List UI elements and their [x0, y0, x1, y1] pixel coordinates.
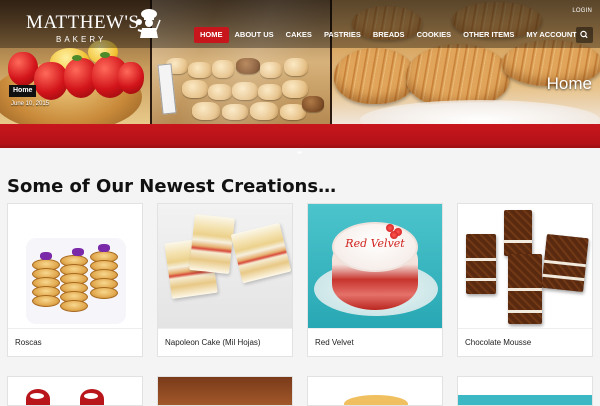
product-image-chocolate-mousse[interactable] [458, 204, 592, 328]
search-icon [580, 30, 588, 39]
product-card-chocolate-mousse[interactable]: Chocolate Mousse [457, 203, 593, 357]
product-image-red-velvet[interactable]: Red Velvet [308, 204, 442, 328]
product-card-roscas[interactable]: Roscas [7, 203, 143, 357]
product-card[interactable] [457, 376, 593, 406]
product-name[interactable]: Chocolate Mousse [465, 338, 531, 347]
main-nav: HOME ABOUT US CAKES PASTRIES BREADS COOK… [194, 27, 583, 43]
product-image-roscas[interactable] [8, 204, 142, 328]
product-card[interactable] [7, 376, 143, 406]
scroll-indicator [297, 151, 302, 154]
nav-item-my-account[interactable]: MY ACCOUNT [520, 27, 582, 43]
nav-item-breads[interactable]: BREADS [367, 27, 411, 43]
nav-item-pastries[interactable]: PASTRIES [318, 27, 367, 43]
nav-item-cakes[interactable]: CAKES [280, 27, 318, 43]
nav-item-home[interactable]: HOME [194, 27, 229, 43]
breadcrumb-home[interactable]: Home [9, 85, 37, 97]
product-name[interactable]: Red Velvet [315, 338, 354, 347]
product-card-red-velvet[interactable]: Red Velvet Red Velvet [307, 203, 443, 357]
accent-band [0, 124, 600, 148]
login-link[interactable]: LOGIN [572, 8, 592, 14]
hero-banner: MATTHEW'S BAKERY LOGIN HOME ABOUT US CAK… [0, 0, 600, 124]
search-button[interactable] [576, 27, 593, 43]
product-name[interactable]: Napoleon Cake (Mil Hojas) [165, 338, 261, 347]
post-date: June 10, 2015 [11, 101, 50, 107]
product-card-napoleon-cake[interactable]: Napoleon Cake (Mil Hojas) [157, 203, 293, 357]
nav-item-about-us[interactable]: ABOUT US [229, 27, 280, 43]
nav-item-other-items[interactable]: OTHER ITEMS [457, 27, 520, 43]
page-title: Home [546, 74, 592, 93]
product-image-napoleon-cake[interactable] [158, 204, 292, 328]
chef-logo-icon [136, 9, 161, 38]
product-card[interactable] [307, 376, 443, 406]
section-title: Some of Our Newest Creations… [7, 176, 337, 197]
product-card[interactable] [157, 376, 293, 406]
nav-item-cookies[interactable]: COOKIES [411, 27, 458, 43]
cake-writing: Red Velvet [345, 237, 405, 250]
product-name[interactable]: Roscas [15, 338, 42, 347]
logo-subtitle: BAKERY [56, 35, 107, 44]
logo-wordmark[interactable]: MATTHEW'S [26, 12, 139, 34]
